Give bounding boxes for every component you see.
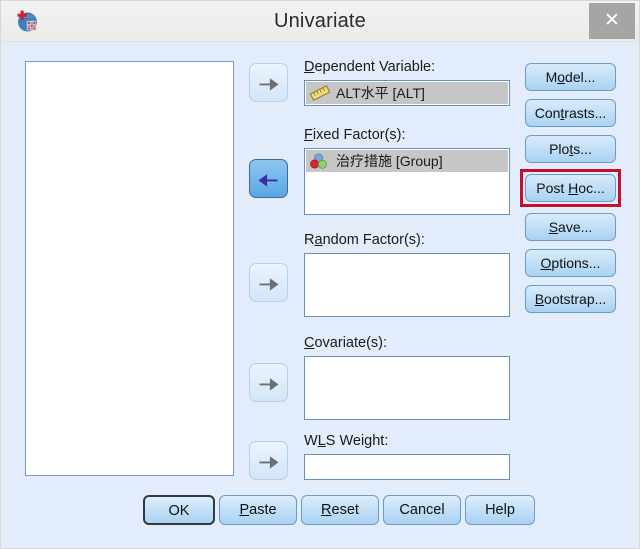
move-to-fixed-factors-button[interactable]	[249, 159, 288, 198]
move-to-covariates-button[interactable]	[249, 363, 288, 402]
list-item[interactable]: ALT水平 [ALT]	[306, 82, 508, 104]
wls-weight-box[interactable]	[304, 454, 510, 480]
close-icon[interactable]: ✕	[589, 3, 635, 39]
help-button[interactable]: Help	[465, 495, 535, 525]
covariates-box[interactable]	[304, 356, 510, 420]
contrasts-button[interactable]: Contrasts...	[525, 99, 616, 127]
fixed-factors-box[interactable]: 治疗措施 [Group]	[304, 148, 510, 215]
title-bar: Univariate ✕	[1, 1, 639, 42]
move-to-wls-weight-button[interactable]	[249, 441, 288, 480]
reset-button[interactable]: Reset	[301, 495, 379, 525]
bootstrap-button[interactable]: Bootstrap...	[525, 285, 616, 313]
paste-button[interactable]: Paste	[219, 495, 297, 525]
post-hoc-button[interactable]: Post Hoc...	[525, 174, 616, 202]
save-button[interactable]: Save...	[525, 213, 616, 241]
source-variable-list[interactable]	[25, 61, 234, 476]
move-to-dependent-variable-button[interactable]	[249, 63, 288, 102]
covariates-label: Covariate(s):	[304, 335, 388, 351]
random-factors-box[interactable]	[304, 253, 510, 317]
arrow-right-icon	[259, 378, 279, 391]
move-to-random-factors-button[interactable]	[249, 263, 288, 302]
fixed-factors-label: Fixed Factor(s):	[304, 127, 406, 143]
options-button[interactable]: Options...	[525, 249, 616, 277]
dependent-variable-label: Dependent Variable:	[304, 59, 436, 75]
scale-ruler-icon	[309, 84, 331, 102]
univariate-dialog-window: Univariate ✕ Dependent Variable: ALT水平 […	[0, 0, 640, 549]
arrow-right-icon	[259, 278, 279, 291]
nominal-circles-icon	[309, 152, 331, 170]
arrow-right-icon	[259, 78, 279, 91]
random-factors-label: Random Factor(s):	[304, 232, 425, 248]
cancel-button[interactable]: Cancel	[383, 495, 461, 525]
dependent-variable-box[interactable]: ALT水平 [ALT]	[304, 80, 510, 106]
window-title: Univariate	[273, 10, 367, 32]
list-item[interactable]: 治疗措施 [Group]	[306, 150, 508, 172]
arrow-right-icon	[259, 456, 279, 469]
arrow-left-icon	[258, 174, 278, 187]
ok-button[interactable]: OK	[143, 495, 215, 525]
variable-name: ALT水平 [ALT]	[336, 85, 425, 101]
model-button[interactable]: Model...	[525, 63, 616, 91]
plots-button[interactable]: Plots...	[525, 135, 616, 163]
wls-weight-label: WLS Weight:	[304, 433, 389, 449]
dialog-body: Dependent Variable: ALT水平 [ALT] Fixed Fa…	[2, 42, 638, 548]
variable-name: 治疗措施 [Group]	[336, 153, 443, 169]
